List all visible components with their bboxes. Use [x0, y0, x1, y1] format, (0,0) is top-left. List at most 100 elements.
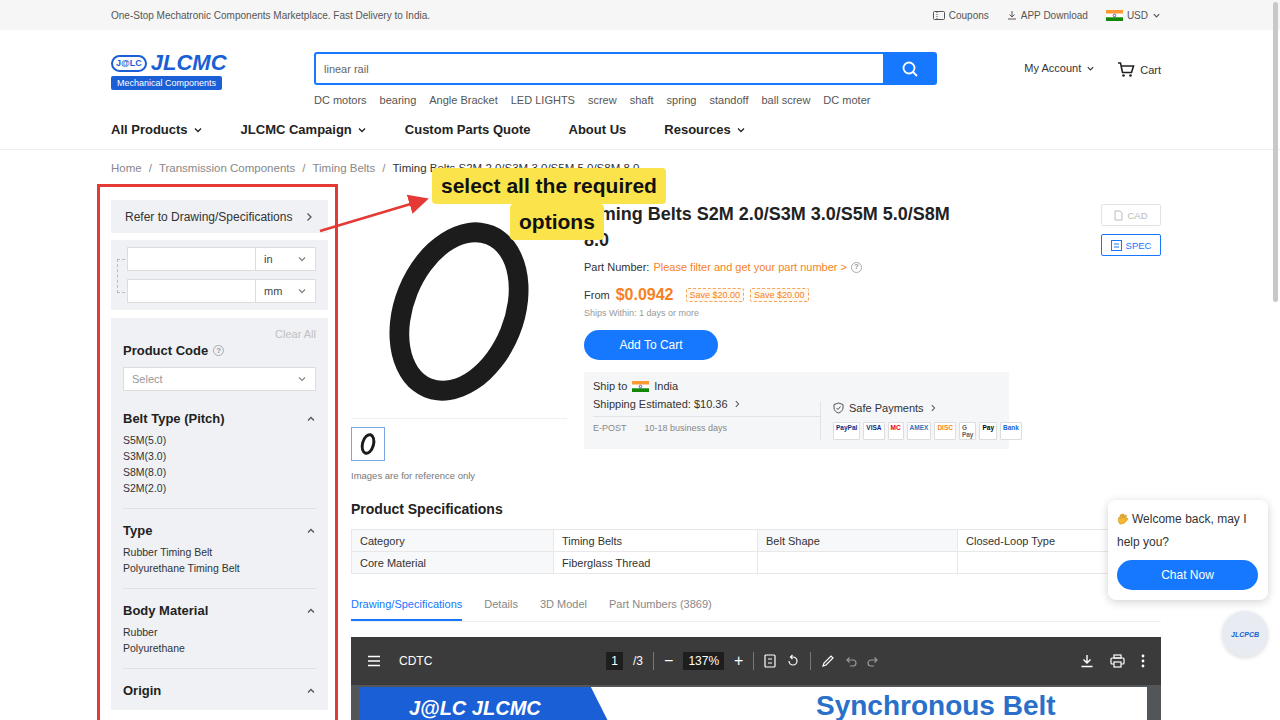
jlcpcb-chat-badge[interactable]: JLCPCB	[1222, 611, 1268, 657]
filter-option[interactable]: Polyurethane	[123, 642, 316, 654]
help-icon[interactable]: ?	[851, 262, 862, 273]
nav-label[interactable]: JLCMC Campaign	[241, 122, 352, 137]
cart-link[interactable]: Cart	[1117, 62, 1161, 78]
nav-label[interactable]: All Products	[111, 122, 188, 137]
refer-label[interactable]: Refer to Drawing/Specifications	[125, 210, 292, 224]
filter-group-title[interactable]: Belt Type (Pitch)	[123, 411, 225, 426]
filter-option[interactable]: Rubber	[123, 626, 316, 638]
zoom-out-button[interactable]: −	[664, 652, 673, 670]
breadcrumb-item[interactable]: Home	[111, 162, 142, 174]
dimension-input[interactable]	[127, 279, 256, 303]
undo-icon[interactable]	[845, 655, 857, 667]
page-input[interactable]: 1	[606, 652, 623, 670]
filter-option[interactable]: S5M(5.0)	[123, 434, 316, 446]
menu-icon[interactable]	[367, 655, 381, 667]
part-number-link[interactable]: Please filter and get your part number >	[653, 261, 847, 273]
hot-search-link[interactable]: LED LIGHTS	[511, 94, 575, 106]
unit-label[interactable]: mm	[264, 285, 282, 297]
filter-option[interactable]: S8M(8.0)	[123, 466, 316, 478]
nav-label[interactable]: Resources	[664, 122, 730, 137]
spec-label[interactable]: SPEC	[1126, 240, 1152, 251]
nav-item[interactable]: All Products	[111, 122, 203, 137]
shipping-estimate[interactable]: Shipping Estimated: $10.36	[593, 398, 820, 410]
more-icon[interactable]	[1141, 654, 1145, 668]
my-account-menu[interactable]: My Account	[1024, 62, 1095, 74]
hot-search-link[interactable]: standoff	[710, 94, 749, 106]
filter-group-header[interactable]: Belt Type (Pitch)	[123, 411, 316, 426]
search-button[interactable]	[883, 52, 937, 85]
zoom-in-button[interactable]: +	[734, 652, 743, 670]
annotation-arrow-icon	[0, 0, 1280, 720]
nav-item[interactable]: Custom Parts Quote	[405, 122, 531, 137]
app-download-label[interactable]: APP Download	[1021, 10, 1088, 21]
nav-label[interactable]: Custom Parts Quote	[405, 122, 531, 137]
nav-item[interactable]: About Us	[569, 122, 627, 137]
add-to-cart-button[interactable]: Add To Cart	[584, 330, 718, 360]
product-code-select[interactable]: Select	[123, 367, 316, 391]
my-account-label[interactable]: My Account	[1024, 62, 1081, 74]
spec-button[interactable]: SPEC	[1101, 234, 1161, 256]
filter-group-header[interactable]: Origin	[123, 683, 316, 698]
filter-group-header[interactable]: Body Material	[123, 603, 316, 618]
tab[interactable]: Drawing/Specifications	[351, 594, 462, 621]
hot-search-link[interactable]: ball screw	[761, 94, 810, 106]
rotate-icon[interactable]	[786, 654, 800, 668]
help-icon[interactable]: ?	[213, 345, 224, 356]
hot-search-link[interactable]: DC motors	[314, 94, 367, 106]
logo[interactable]: J@LCJLCMC Mechanical Components	[111, 52, 314, 106]
currency-selector[interactable]: USD	[1106, 10, 1161, 21]
cad-label[interactable]: CAD	[1127, 210, 1147, 221]
hot-search-link[interactable]: bearing	[380, 94, 417, 106]
tab[interactable]: Part Numbers (3869)	[609, 594, 712, 621]
tab[interactable]: 3D Model	[540, 594, 587, 621]
hot-search-link[interactable]: DC moter	[823, 94, 870, 106]
draw-icon[interactable]	[821, 654, 835, 668]
cart-label[interactable]: Cart	[1140, 64, 1161, 76]
filter-option[interactable]: S2M(2.0)	[123, 482, 316, 494]
safe-payments-label[interactable]: Safe Payments	[849, 402, 924, 414]
filter-group-title[interactable]: Body Material	[123, 603, 208, 618]
hot-search-link[interactable]: spring	[667, 94, 697, 106]
zoom-level[interactable]: 137%	[683, 652, 724, 670]
filter-group-title[interactable]: Type	[123, 523, 152, 538]
app-download-link[interactable]: APP Download	[1007, 10, 1088, 21]
print-icon[interactable]	[1110, 654, 1125, 668]
country[interactable]: India	[654, 380, 678, 392]
hot-search-link[interactable]: shaft	[630, 94, 654, 106]
download-icon[interactable]	[1080, 654, 1094, 668]
logo-name[interactable]: JLCMC	[151, 52, 227, 74]
filter-option[interactable]: Polyurethane Timing Belt	[123, 562, 316, 574]
product-thumbnail[interactable]	[351, 427, 385, 461]
filter-group-title[interactable]: Origin	[123, 683, 161, 698]
logo-mark[interactable]: J@LC	[111, 55, 147, 72]
redo-icon[interactable]	[867, 655, 879, 667]
tab[interactable]: Details	[484, 594, 518, 621]
dimension-input[interactable]	[127, 247, 256, 271]
search-input[interactable]	[314, 52, 883, 85]
nav-label[interactable]: About Us	[569, 122, 627, 137]
select-placeholder[interactable]: Select	[132, 373, 163, 385]
unit-select[interactable]: in	[256, 247, 316, 271]
unit-select[interactable]: mm	[256, 279, 316, 303]
nav-item[interactable]: Resources	[664, 122, 745, 137]
shipping-estimate-label[interactable]: Shipping Estimated: $10.36	[593, 398, 728, 410]
nav-item[interactable]: JLCMC Campaign	[241, 122, 367, 137]
hot-search-link[interactable]: screw	[588, 94, 617, 106]
coupons-link[interactable]: Coupons	[933, 10, 989, 21]
breadcrumb-item[interactable]: Timing Belts	[312, 162, 375, 174]
refer-drawing-button[interactable]: Refer to Drawing/Specifications	[111, 200, 328, 233]
fit-page-icon[interactable]	[764, 654, 776, 668]
chat-now-button[interactable]: Chat Now	[1117, 560, 1258, 590]
file-icon	[1114, 210, 1123, 221]
unit-label[interactable]: in	[264, 253, 273, 265]
cad-button[interactable]: CAD	[1101, 204, 1161, 226]
filter-option[interactable]: S3M(3.0)	[123, 450, 316, 462]
coupons-label[interactable]: Coupons	[949, 10, 989, 21]
clear-all-button[interactable]: Clear All	[123, 328, 316, 340]
scrollbar[interactable]	[1273, 2, 1278, 302]
currency-label[interactable]: USD	[1127, 10, 1148, 21]
breadcrumb-item[interactable]: Transmission Components	[159, 162, 295, 174]
filter-option[interactable]: Rubber Timing Belt	[123, 546, 316, 558]
filter-group-header[interactable]: Type	[123, 523, 316, 538]
hot-search-link[interactable]: Angle Bracket	[429, 94, 497, 106]
